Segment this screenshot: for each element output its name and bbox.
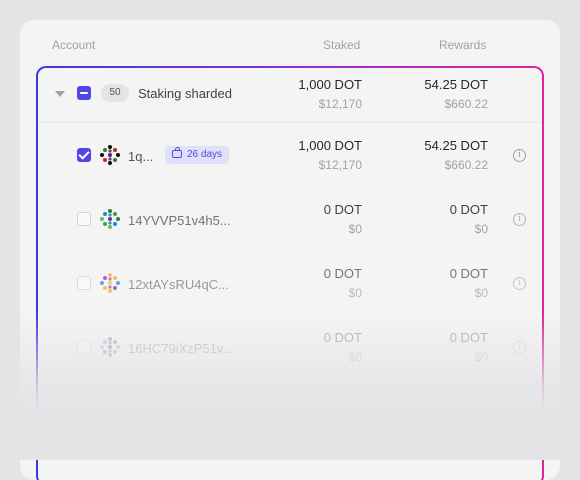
selected-group-frame: 50 Staking sharded 1,000 DOT $12,170 54.… [36, 66, 544, 480]
row-checkbox[interactable] [77, 212, 91, 226]
account-column-header: Account [52, 38, 96, 52]
table-row[interactable]: 16HC79iXzP51v... 0 DOT $0 0 DOT $0 i [38, 315, 542, 379]
staked-column-header: Staked [323, 38, 361, 52]
account-rewards-fiat: $0 [474, 286, 488, 300]
lock-icon [172, 147, 182, 158]
group-row[interactable]: 50 Staking sharded 1,000 DOT $12,170 54.… [38, 68, 542, 122]
badge-label: 26 days [187, 149, 223, 160]
info-icon[interactable]: i [513, 149, 526, 162]
row-checkbox[interactable] [77, 276, 91, 290]
info-icon[interactable]: i [513, 277, 526, 290]
table-row[interactable]: 14YVVP51v4h5... 0 DOT $0 0 DOT $0 i [38, 187, 542, 251]
table-row[interactable]: 12xtAYsRU4qC... 0 DOT $0 0 DOT $0 i [38, 251, 542, 315]
polkadot-identicon [100, 145, 120, 165]
account-address: 16HC79iXzP51v... [128, 341, 234, 356]
row-checkbox[interactable] [77, 340, 91, 354]
account-address: 14YVVP51v4h5... [128, 213, 231, 228]
account-rewards-fiat: $0 [474, 350, 488, 364]
row-checkbox[interactable] [77, 148, 91, 162]
account-rewards: 0 DOT [449, 266, 488, 281]
group-rewards-fiat: $660.22 [444, 97, 488, 111]
chevron-down-icon[interactable] [55, 91, 65, 97]
info-icon[interactable]: i [513, 213, 526, 226]
info-icon[interactable]: i [513, 341, 526, 354]
table-row[interactable]: 1q... 26 days 1,000 DOT $12,170 54.25 DO… [38, 123, 542, 187]
group-count-badge: 50 [101, 84, 129, 102]
account-rewards-fiat: $0 [474, 222, 488, 236]
account-staked: 0 DOT [323, 330, 362, 345]
account-staked: 0 DOT [323, 266, 362, 281]
account-staked-fiat: $12,170 [318, 158, 362, 172]
group-staked: 1,000 DOT [298, 77, 362, 92]
unstaking-period-badge: 26 days [165, 146, 230, 164]
account-staked-fiat: $0 [348, 350, 362, 364]
staking-card: Account Staked Rewards 50 Staking sharde… [20, 20, 560, 480]
rewards-column-header: Rewards [439, 38, 487, 52]
group-checkbox[interactable] [77, 86, 91, 100]
group-rewards: 54.25 DOT [424, 77, 488, 92]
group-name: Staking sharded [138, 86, 232, 101]
group-staked-fiat: $12,170 [318, 97, 362, 111]
account-rewards: 54.25 DOT [424, 138, 488, 153]
account-staked: 1,000 DOT [298, 138, 362, 153]
accounts-list: 50 Staking sharded 1,000 DOT $12,170 54.… [38, 68, 542, 480]
account-staked-fiat: $0 [348, 286, 362, 300]
account-rewards: 0 DOT [449, 202, 488, 217]
polkadot-identicon [100, 209, 120, 229]
polkadot-identicon [100, 273, 120, 293]
account-staked-fiat: $0 [348, 222, 362, 236]
polkadot-identicon [100, 337, 120, 357]
account-staked: 0 DOT [323, 202, 362, 217]
account-rewards: 0 DOT [449, 330, 488, 345]
account-rewards-fiat: $660.22 [444, 158, 488, 172]
account-address: 12xtAYsRU4qC... [128, 277, 229, 292]
account-address: 1q... [128, 149, 154, 164]
